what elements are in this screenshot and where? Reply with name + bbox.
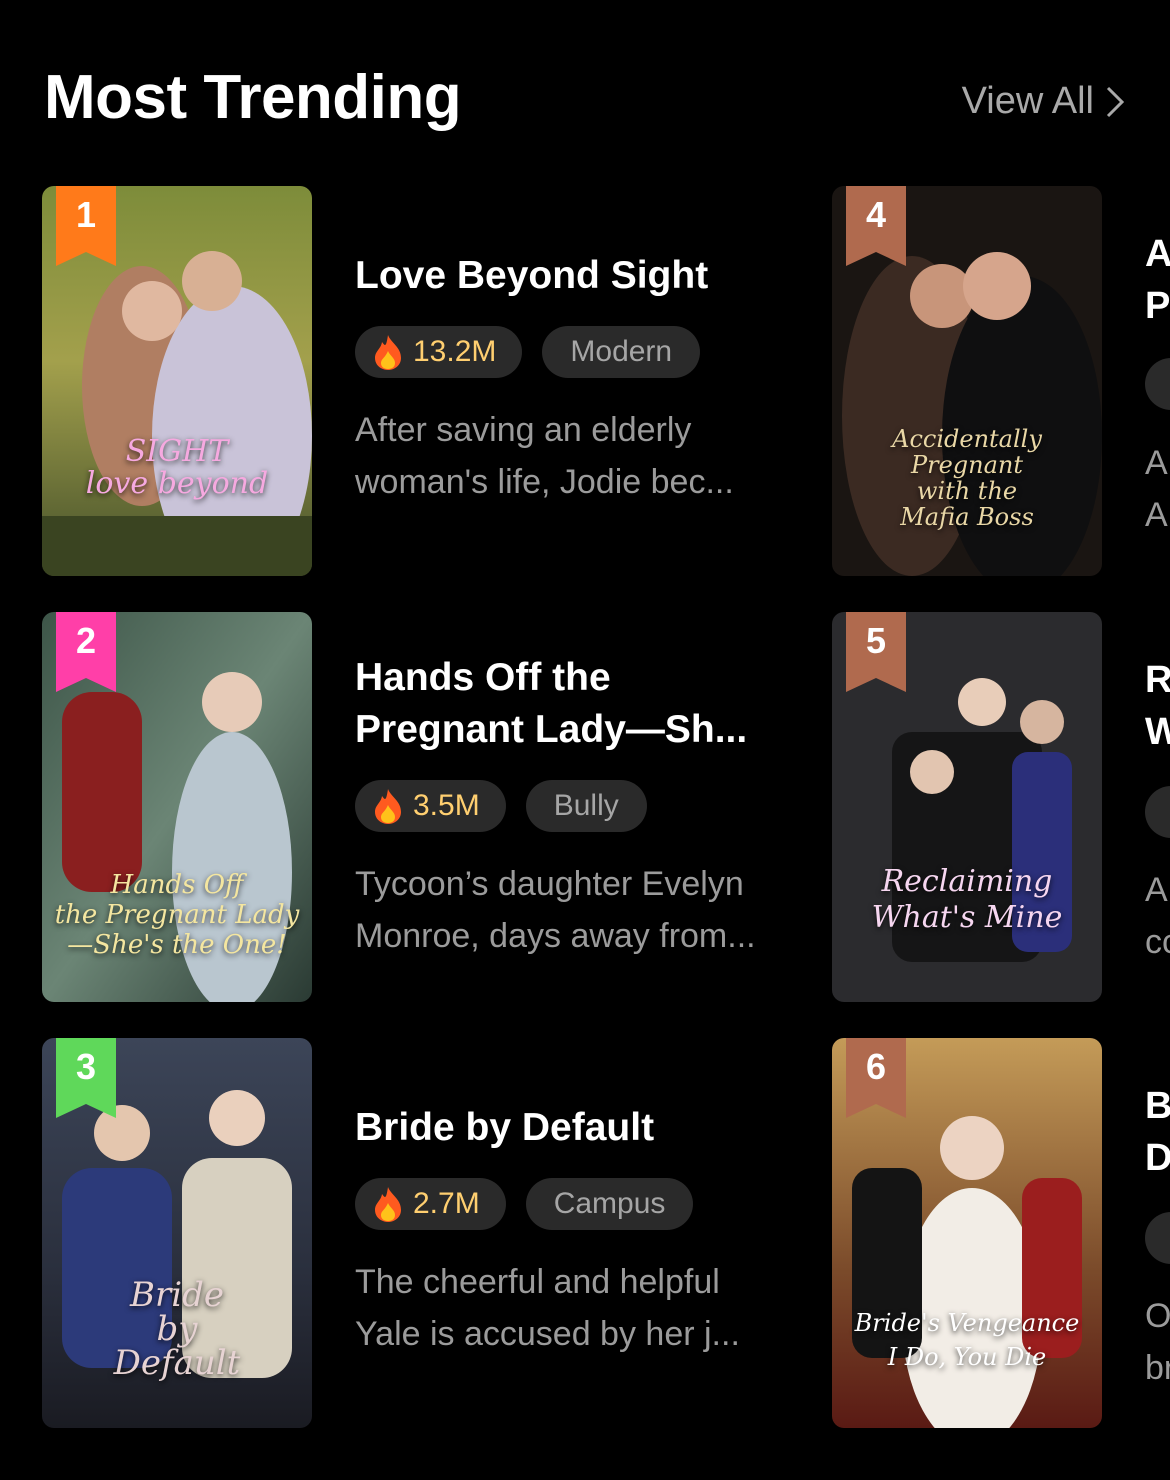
rank-badge: 3 [56, 1038, 116, 1118]
peek-views-chip [1145, 786, 1170, 838]
book-title[interactable]: Hands Off the Pregnant Lady—Sh... [355, 652, 815, 756]
peek-views-chip [1145, 1212, 1170, 1264]
peek-title[interactable]: B D [1145, 1080, 1170, 1184]
peek-description: A cc [1145, 871, 1170, 961]
trending-item[interactable]: Reclaiming What's Mine 5 [832, 612, 1102, 1002]
rank-number: 2 [75, 620, 97, 661]
book-title[interactable]: Bride by Default [355, 1102, 815, 1154]
view-all-label: View All [961, 80, 1094, 122]
peek-views-chip [1145, 358, 1170, 410]
cover-title: Bride by Default [113, 1275, 241, 1383]
views-count: 13.2M [413, 335, 497, 368]
peek-title[interactable]: R W [1145, 654, 1170, 758]
book-info: Love Beyond Sight 13.2M Modern After sav… [355, 250, 815, 508]
fire-icon [375, 335, 401, 370]
rank-badge: 4 [846, 186, 906, 266]
fire-icon [375, 1187, 401, 1222]
views-count: 2.7M [413, 1187, 480, 1220]
peek-description: A A [1145, 444, 1168, 534]
cover-title: Reclaiming What's Mine [871, 864, 1063, 935]
section-title: Most Trending [44, 63, 462, 132]
views-chip: 13.2M [355, 326, 523, 378]
book-description: Tycoon’s daughter Evelyn Monroe, days aw… [355, 865, 756, 955]
fire-icon [375, 789, 401, 824]
genre-chip[interactable]: Campus [525, 1178, 694, 1230]
book-info: Hands Off the Pregnant Lady—Sh... 3.5M B… [355, 652, 815, 962]
rank-badge: 1 [56, 186, 116, 266]
cover-title: Bride's Vengeance I Do, You Die [854, 1309, 1080, 1371]
view-all-link[interactable]: View All [962, 80, 1126, 123]
genre-chip[interactable]: Bully [525, 780, 647, 832]
cover-title: Hands Off the Pregnant Lady —She's the O… [54, 870, 300, 960]
rank-badge: 6 [846, 1038, 906, 1118]
trending-item[interactable]: Bride's Vengeance I Do, You Die 6 [832, 1038, 1102, 1428]
rank-number: 1 [75, 194, 97, 235]
rank-number: 5 [865, 620, 887, 661]
rank-number: 3 [75, 1046, 97, 1087]
book-description: After saving an elderly woman's life, Jo… [355, 411, 734, 501]
rank-badge: 5 [846, 612, 906, 692]
chevron-right-icon [1106, 86, 1125, 117]
peek-title[interactable]: A P [1145, 228, 1170, 332]
genre-chip[interactable]: Modern [542, 326, 701, 378]
trending-item[interactable]: SIGHT love beyond 1 Love Beyond Sight 13… [42, 186, 822, 576]
views-chip: 3.5M [355, 780, 506, 832]
section-header: Most Trending View All [44, 62, 1126, 142]
book-info: Bride by Default 2.7M Campus The cheerfu… [355, 1102, 815, 1360]
rank-number: 4 [865, 194, 887, 235]
rank-number: 6 [865, 1046, 887, 1087]
trending-item[interactable]: Accidentally Pregnant with the Mafia Bos… [832, 186, 1102, 576]
trending-item[interactable]: Bride by Default 3 Bride by Default 2.7M… [42, 1038, 822, 1428]
cover-title: Accidentally Pregnant with the Mafia Bos… [892, 425, 1042, 531]
cover-title: SIGHT love beyond [85, 434, 269, 501]
views-count: 3.5M [413, 789, 480, 822]
book-title[interactable]: Love Beyond Sight [355, 250, 815, 302]
rank-badge: 2 [56, 612, 116, 692]
book-description: The cheerful and helpful Yale is accused… [355, 1263, 740, 1353]
views-chip: 2.7M [355, 1178, 506, 1230]
trending-item[interactable]: Hands Off the Pregnant Lady —She's the O… [42, 612, 822, 1002]
peek-description: O br [1145, 1297, 1170, 1387]
